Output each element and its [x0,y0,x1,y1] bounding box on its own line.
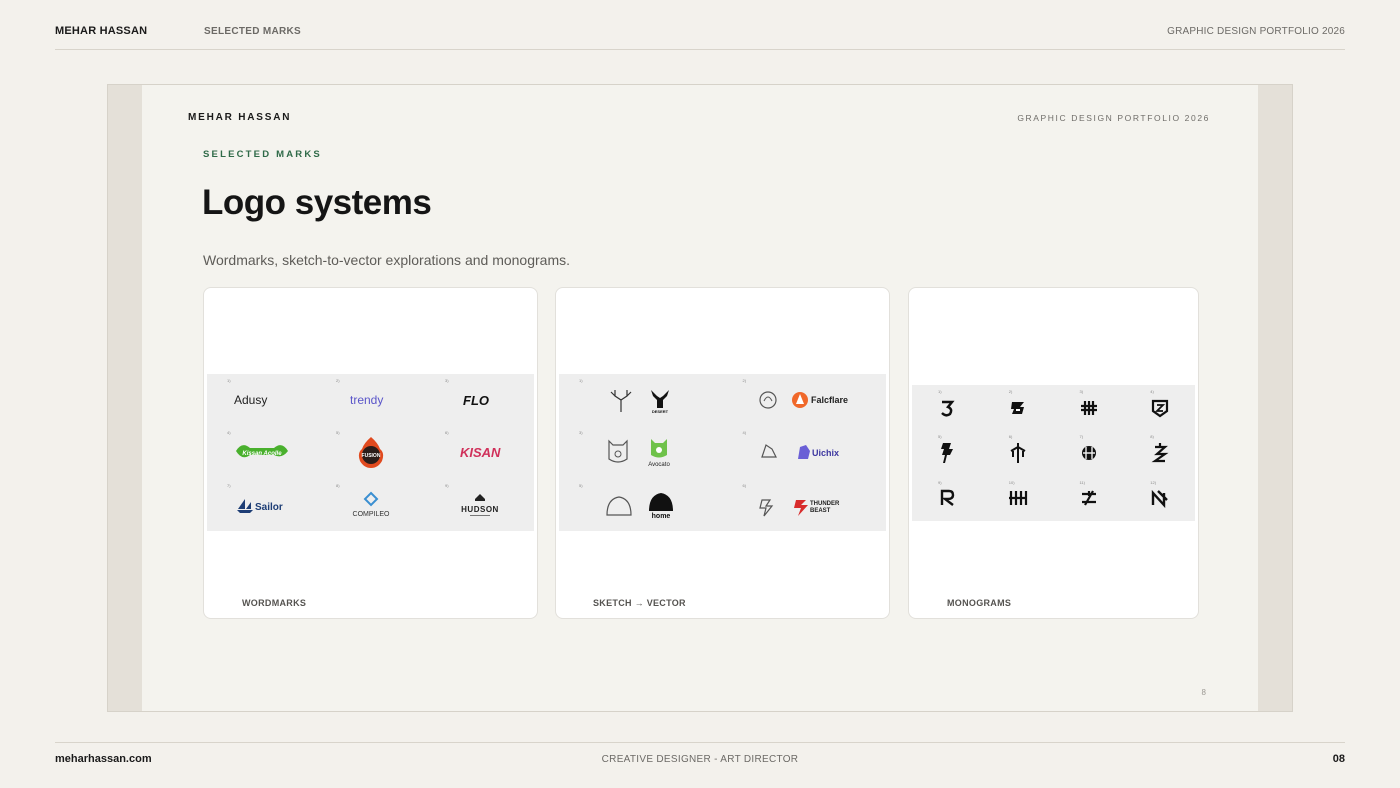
monogram-mark [1081,490,1096,506]
svg-text:Kissan Acolle: Kissan Acolle [242,451,282,457]
monograms-panel: 1) 2) 3) 4) 5) 6) 7) 8) 9) 10) 11) 12) [912,385,1195,521]
svg-text:Avocato: Avocato [648,462,670,468]
logo-cell: 9) HUDSON [425,479,534,531]
slide-title: Logo systems [202,183,432,222]
logo-cell: 7) Sailor [207,479,316,531]
monogram-cell: 8) [1124,430,1195,475]
avocato-logo: Avocato [608,439,670,468]
svg-text:COMPILEO: COMPILEO [352,511,390,518]
footer-page-number: 08 [1332,753,1345,765]
monogram-mark [1081,445,1096,460]
logo-cell: 4) Kissan Acolle [207,426,316,478]
svg-text:FLO: FLO [463,393,489,408]
header-portfolio-label: GRAPHIC DESIGN PORTFOLIO 2026 [1167,26,1345,37]
monogram-mark [941,442,954,463]
slide-subtitle: Wordmarks, sketch-to-vector explorations… [203,252,570,268]
svg-text:HUDSON: HUDSON [461,505,499,514]
svg-text:Uichix: Uichix [812,448,839,458]
monograms-card[interactable]: 1) 2) 3) 4) 5) 6) 7) 8) 9) 10) 11) 12) M… [908,287,1199,619]
monogram-cell: 12) [1124,476,1195,521]
svg-text:BEAST: BEAST [810,508,831,514]
top-bar: MEHAR HASSAN SELECTED MARKS GRAPHIC DESI… [55,0,1345,50]
logo-pair-cell: 4) Uichix [723,426,887,478]
monogram-mark [1009,491,1028,506]
monogram-cell: 10) [983,476,1054,521]
adusy-logo: Adusy [234,393,267,407]
slide: MEHAR HASSAN GRAPHIC DESIGN PORTFOLIO 20… [142,85,1258,711]
logo-cell: 2) trendy [316,374,425,426]
hudson-logo: HUDSON [461,493,499,516]
slide-frame: MEHAR HASSAN GRAPHIC DESIGN PORTFOLIO 20… [107,84,1293,712]
monogram-mark [1010,442,1026,463]
flo-logo: FLO [463,393,489,408]
logo-cell: 5) FUSION [316,426,425,478]
svg-text:Falcflare: Falcflare [811,395,848,405]
monogram-cell: 5) [912,430,983,475]
slide-page-number: 8 [1201,688,1206,697]
header-brand: MEHAR HASSAN [55,25,148,37]
slide-portfolio-label: GRAPHIC DESIGN PORTFOLIO 2026 [1017,113,1210,123]
sketch-vector-card[interactable]: 1) DESERT 2) Falcflare 3) Avocato 4) Uic… [555,287,890,619]
compileo-logo: COMPILEO [352,491,390,518]
svg-text:THUNDER: THUNDER [810,501,840,507]
wordmarks-panel: 1) Adusy 2) trendy 3) FLO 4) Kissan Acol… [207,374,534,531]
svg-text:FUSION: FUSION [361,453,380,459]
bottom-bar: meharhassan.com CREATIVE DESIGNER - ART … [55,742,1345,782]
sketch-vector-panel: 1) DESERT 2) Falcflare 3) Avocato 4) Uic… [559,374,886,531]
trendy-logo: trendy [350,393,383,407]
logo-pair-cell: 5) home [559,479,723,531]
kisan-logo: KISAN [460,445,501,460]
monogram-cell: 9) [912,476,983,521]
logo-pair-cell: 1) DESERT [559,374,723,426]
logo-cell: 6) KISAN [425,426,534,478]
svg-text:KISAN: KISAN [460,445,501,460]
wordmarks-caption: WORDMARKS [242,598,307,608]
slide-kicker: SELECTED MARKS [203,149,322,160]
home-logo: home [606,492,673,520]
svg-text:Adusy: Adusy [234,393,267,407]
monogram-cell: 6) [983,430,1054,475]
wordmarks-card[interactable]: 1) Adusy 2) trendy 3) FLO 4) Kissan Acol… [203,287,538,619]
logo-pair-cell: 2) Falcflare [723,374,887,426]
sailor-logo: Sailor [236,498,283,513]
monogram-mark [1151,442,1169,463]
svg-text:Sailor: Sailor [255,502,283,513]
monograms-caption: MONOGRAMS [947,598,1012,608]
monogram-mark [1080,400,1097,415]
logo-cell: 1) Adusy [207,374,316,426]
monogram-mark [1151,490,1168,509]
monogram-cell: 1) [912,385,983,430]
logo-pair-cell: 6) THUNDER BEAST [723,479,887,531]
logo-cell: 8) COMPILEO [316,479,425,531]
thunder-beast-logo: THUNDER BEAST [759,499,840,517]
fusion-logo: FUSION [358,437,383,469]
monogram-mark [941,400,955,417]
monogram-cell: 2) [983,385,1054,430]
logo-cell: 3) FLO [425,374,534,426]
logo-pair-cell: 3) Avocato [559,426,723,478]
falcflare-logo: Falcflare [759,391,848,409]
monogram-mark [1011,401,1025,414]
monogram-cell: 7) [1054,430,1125,475]
kissan-logo: Kissan Acolle [235,445,288,458]
svg-text:trendy: trendy [350,393,383,407]
footer-role: CREATIVE DESIGNER - ART DIRECTOR [601,754,799,765]
monogram-mark [941,490,955,507]
uichix-logo: Uichix [761,444,839,460]
slide-brand: MEHAR HASSAN [188,112,292,123]
monogram-mark [1151,399,1168,418]
monogram-cell: 4) [1124,385,1195,430]
header-section: SELECTED MARKS [204,26,301,37]
sketch-vector-caption: SKETCH → VECTOR [593,598,686,608]
svg-text:DESERT: DESERT [652,409,669,414]
deer-logo: DESERT [610,390,669,414]
monogram-cell: 11) [1054,476,1125,521]
monogram-cell: 3) [1054,385,1125,430]
svg-text:home: home [651,513,670,520]
